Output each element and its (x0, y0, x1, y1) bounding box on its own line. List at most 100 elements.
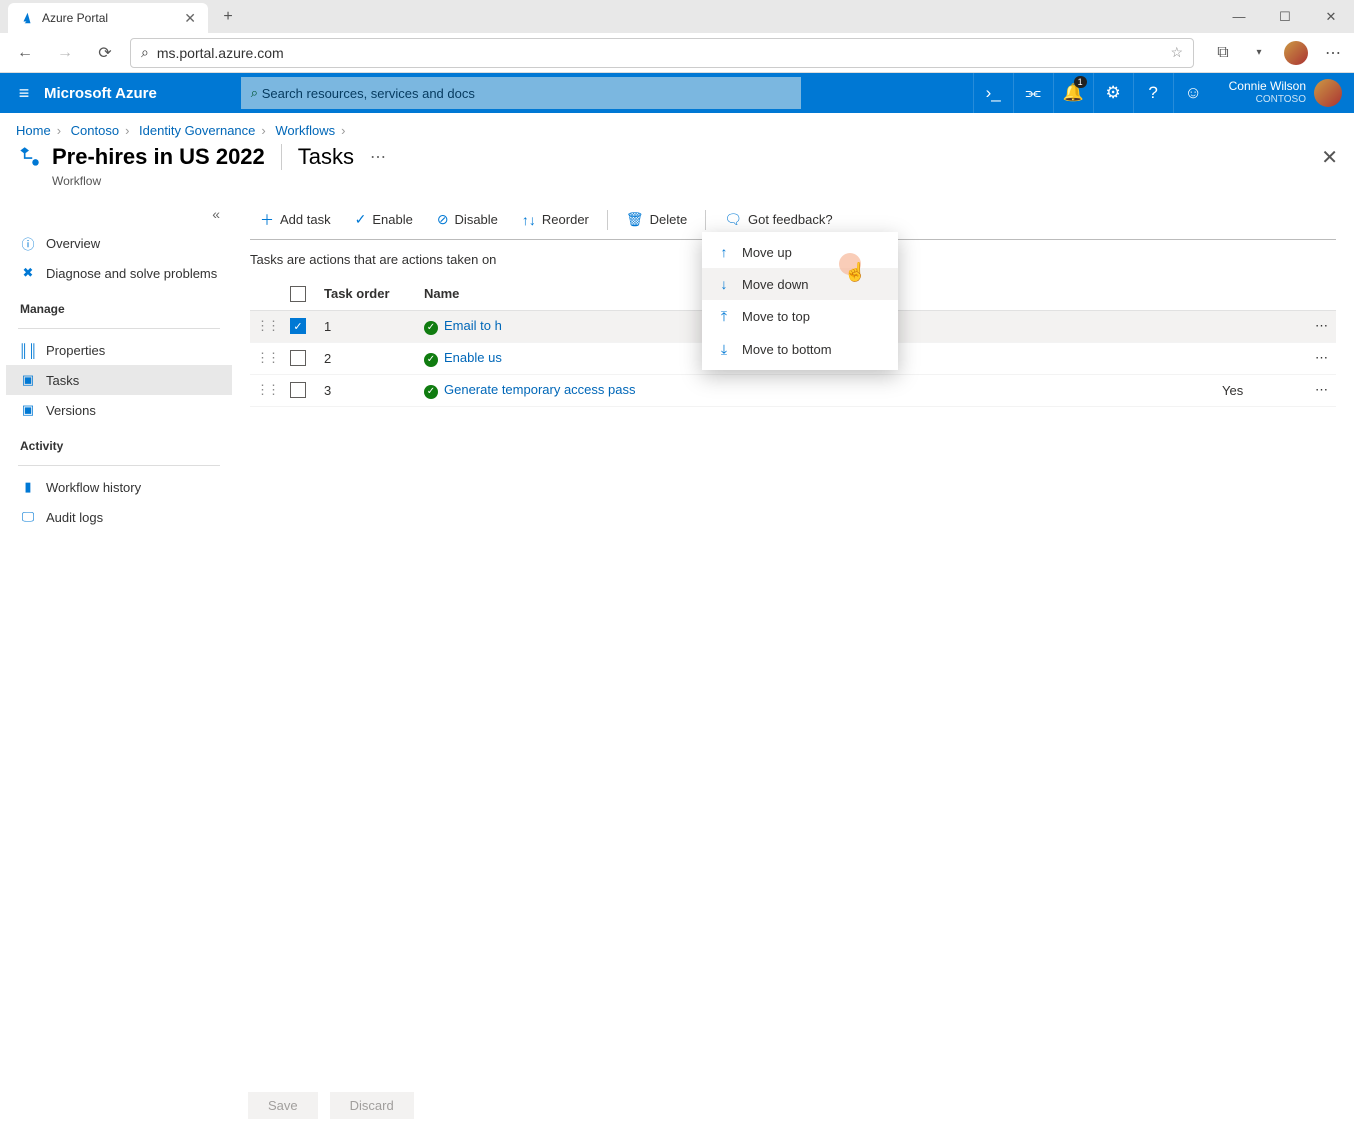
help-icon[interactable]: ? (1133, 73, 1173, 113)
crumb-contoso[interactable]: Contoso (71, 123, 119, 138)
footer-actions: Save Discard (248, 1082, 414, 1135)
window-maximize-icon[interactable]: ☐ (1262, 0, 1308, 33)
properties-icon: ║║ (20, 342, 36, 358)
title-more-icon[interactable]: ⋯ (370, 147, 388, 167)
task-link[interactable]: Enable us (444, 350, 502, 365)
reorder-button[interactable]: ↑↓Reorder (512, 200, 599, 240)
more-icon[interactable]: ⋯ (1322, 43, 1344, 63)
global-search[interactable]: ⌕ Search resources, services and docs (241, 77, 801, 109)
user-block[interactable]: Connie Wilson CONTOSO (1213, 79, 1314, 107)
crumb-workflows[interactable]: Workflows (275, 123, 335, 138)
row-more-icon[interactable]: ⋯ (1296, 374, 1336, 406)
chevron-down-icon[interactable]: ▾ (1248, 47, 1270, 58)
address-bar[interactable]: ⌕ ms.portal.azure.com ☆ (130, 38, 1194, 68)
add-task-button[interactable]: ＋Add task (250, 200, 341, 240)
user-org: CONTOSO (1256, 93, 1306, 107)
feedback-icon: 🗨 (724, 211, 742, 228)
select-all-checkbox[interactable] (290, 286, 306, 302)
cell-order: 3 (318, 374, 418, 406)
feedback-icon[interactable]: ☺ (1173, 73, 1213, 113)
cloud-shell-icon[interactable]: ›_ (973, 73, 1013, 113)
sidebar-item-audit[interactable]: 🖵 Audit logs (6, 502, 232, 532)
task-link[interactable]: Email to h (444, 318, 502, 333)
url-text: ms.portal.azure.com (157, 45, 284, 61)
save-button[interactable]: Save (248, 1092, 318, 1119)
sidebar-item-properties[interactable]: ║║ Properties (6, 335, 232, 365)
crumb-identity-governance[interactable]: Identity Governance (139, 123, 255, 138)
azure-brand[interactable]: Microsoft Azure (44, 85, 157, 102)
menu-move-bottom[interactable]: ⤓Move to bottom (702, 333, 898, 366)
notifications-icon[interactable]: 🔔1 (1053, 73, 1093, 113)
search-placeholder: Search resources, services and docs (262, 86, 475, 101)
page-title-row: Pre-hires in US 2022 Tasks ⋯ ✕ (0, 144, 1354, 174)
collapse-sidebar-icon[interactable]: « (6, 200, 232, 228)
notification-badge: 1 (1074, 76, 1087, 88)
crumb-home[interactable]: Home (16, 123, 51, 138)
menu-move-down[interactable]: ↓Move down (702, 268, 898, 300)
sidebar-group-manage: Manage (6, 288, 232, 322)
sidebar-group-activity: Activity (6, 425, 232, 459)
sidebar: « ⓘ Overview ✖ Diagnose and solve proble… (0, 200, 232, 532)
cell-order: 2 (318, 342, 418, 374)
settings-icon[interactable]: ⚙ (1093, 73, 1133, 113)
search-icon: ⌕ (251, 85, 258, 101)
nav-back-icon[interactable]: ← (10, 38, 40, 68)
status-ok-icon: ✓ (424, 385, 438, 399)
breadcrumb: Home› Contoso› Identity Governance› Work… (0, 113, 1354, 144)
menu-move-up[interactable]: ↑Move up (702, 236, 898, 268)
window-close-icon[interactable]: ✕ (1308, 0, 1354, 33)
browser-toolbar: ← → ⟳ ⌕ ms.portal.azure.com ☆ ⧉ ▾ ⋯ (0, 33, 1354, 73)
menu-move-top[interactable]: ⤒Move to top (702, 300, 898, 333)
ban-icon: ⊘ (437, 211, 449, 228)
row-more-icon[interactable]: ⋯ (1296, 342, 1336, 374)
row-checkbox[interactable]: ✓ (290, 318, 306, 334)
profile-avatar[interactable] (1284, 41, 1308, 65)
arrow-up-icon: ↑ (716, 244, 732, 260)
drag-handle-icon[interactable]: ⋮⋮ (256, 350, 270, 366)
sidebar-label: Versions (46, 403, 96, 418)
arrow-top-icon: ⤒ (716, 308, 732, 325)
status-ok-icon: ✓ (424, 353, 438, 367)
sidebar-item-diagnose[interactable]: ✖ Diagnose and solve problems (6, 258, 232, 288)
row-checkbox[interactable] (290, 350, 306, 366)
azure-header: ≡ Microsoft Azure ⌕ Search resources, se… (0, 73, 1354, 113)
delete-button[interactable]: 🗑Delete (616, 200, 697, 240)
directories-icon[interactable]: ⫘ (1013, 73, 1053, 113)
info-icon: ⓘ (20, 235, 36, 251)
new-tab-button[interactable]: + (214, 8, 242, 26)
table-row[interactable]: ⋮⋮ 3 ✓Generate temporary access pass Yes… (250, 374, 1336, 406)
sidebar-item-overview[interactable]: ⓘ Overview (6, 228, 232, 258)
user-name: Connie Wilson (1229, 79, 1306, 93)
trash-icon: 🗑 (626, 211, 644, 228)
row-more-icon[interactable]: ⋯ (1296, 310, 1336, 342)
hamburger-menu-icon[interactable]: ≡ (0, 83, 48, 104)
discard-button[interactable]: Discard (330, 1092, 414, 1119)
col-task-order[interactable]: Task order (318, 277, 418, 310)
close-blade-icon[interactable]: ✕ (1321, 145, 1338, 170)
user-avatar[interactable] (1314, 79, 1342, 107)
tab-title: Azure Portal (42, 11, 108, 25)
disable-button[interactable]: ⊘Disable (427, 200, 508, 240)
page-subtitle: Workflow (0, 174, 1354, 200)
sidebar-item-versions[interactable]: ▣ Versions (6, 395, 232, 425)
collections-icon[interactable]: ⧉ (1212, 44, 1234, 62)
favorite-icon[interactable]: ☆ (1170, 44, 1183, 61)
window-minimize-icon[interactable]: — (1216, 0, 1262, 33)
sidebar-label: Audit logs (46, 510, 103, 525)
workflow-icon (16, 144, 42, 170)
drag-handle-icon[interactable]: ⋮⋮ (256, 318, 270, 334)
sidebar-item-history[interactable]: ▮ Workflow history (6, 472, 232, 502)
tab-close-icon[interactable]: ✕ (184, 10, 196, 27)
task-link[interactable]: Generate temporary access pass (444, 382, 635, 397)
sidebar-item-tasks[interactable]: ▣ Tasks (6, 365, 232, 395)
row-checkbox[interactable] (290, 382, 306, 398)
browser-tab[interactable]: Azure Portal ✕ (8, 3, 208, 33)
history-icon: ▮ (20, 479, 36, 495)
nav-refresh-icon[interactable]: ⟳ (90, 38, 120, 68)
status-ok-icon: ✓ (424, 321, 438, 335)
check-icon: ✓ (355, 211, 367, 228)
drag-handle-icon[interactable]: ⋮⋮ (256, 382, 270, 398)
arrow-bottom-icon: ⤓ (716, 341, 732, 358)
enable-button[interactable]: ✓Enable (345, 200, 423, 240)
arrow-down-icon: ↓ (716, 276, 732, 292)
